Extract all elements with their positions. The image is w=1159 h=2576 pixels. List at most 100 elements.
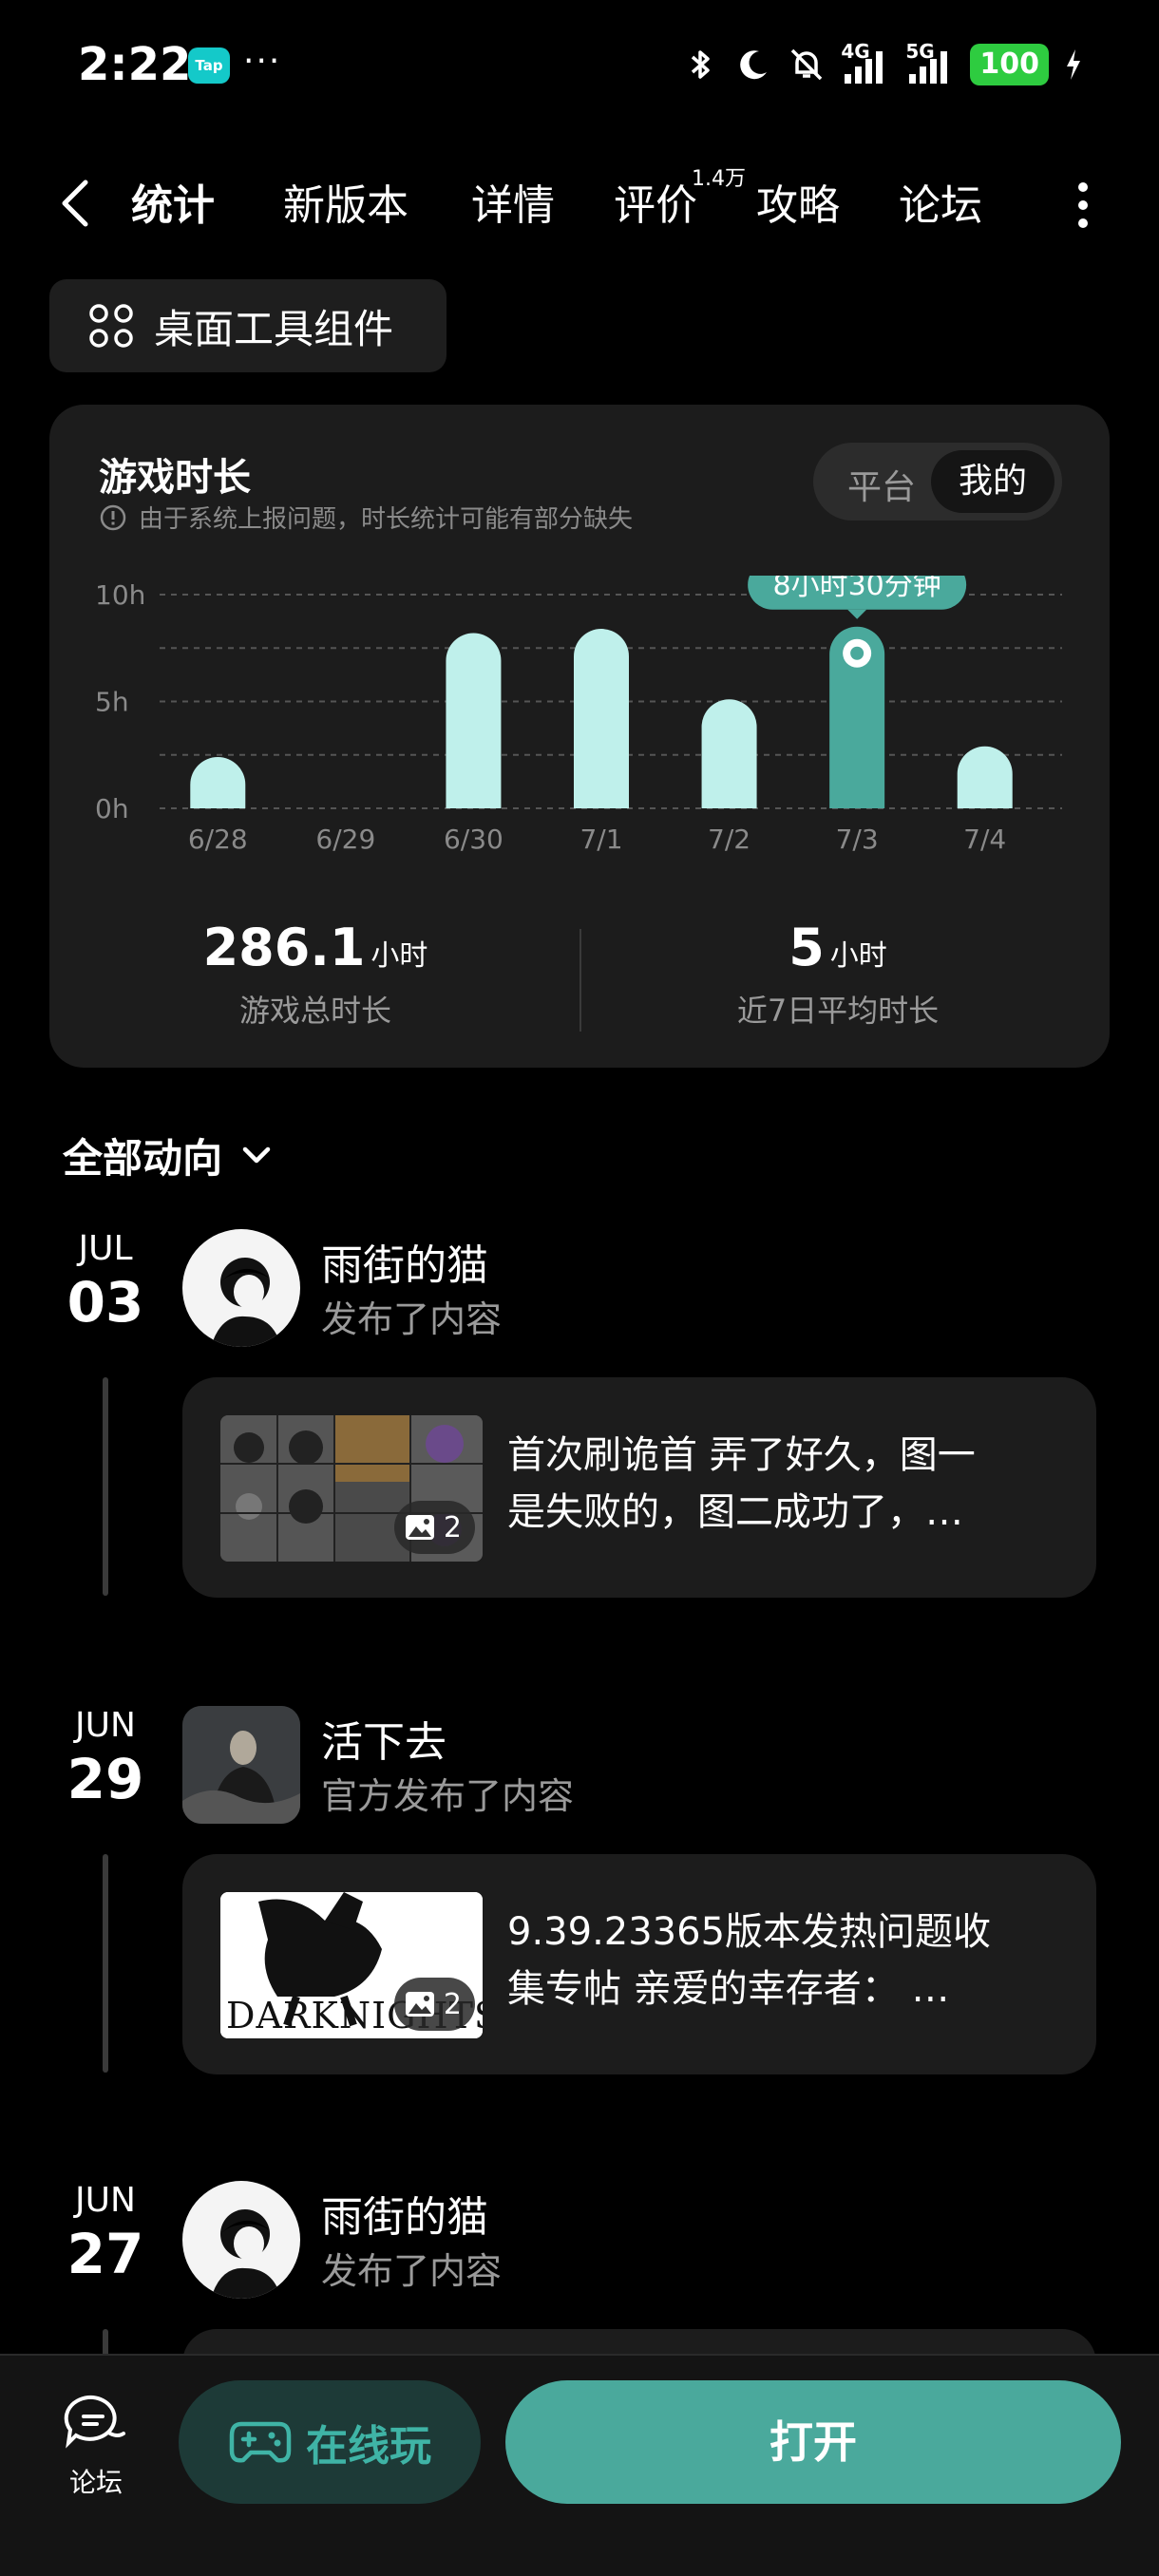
play-online-button[interactable]: 在线玩 [179,2380,481,2504]
total-unit: 小时 [370,939,428,973]
back-arrow-icon[interactable] [53,175,101,232]
info-icon [100,504,126,530]
total-label: 游戏总时长 [238,993,391,1029]
feed-action: 发布了内容 [321,2250,503,2292]
bottom-action-bar: 论坛 在线玩 打开 [0,2354,1159,2576]
feed-month: JUN [75,2181,136,2220]
x-tick-label: 6/29 [315,824,375,855]
x-tick-label: 7/4 [963,824,1006,855]
feed-day: 29 [66,1747,144,1811]
average-label: 近7日平均时长 [736,993,940,1029]
status-time: 2:22 [78,38,192,91]
image-icon [405,1992,434,2017]
feed-filter-dropdown[interactable]: 全部动向 [63,1127,276,1184]
feed-day: 03 [66,1270,144,1335]
user-name[interactable]: 雨街的猫 [321,1231,488,1292]
post-text: 9.39.23365版本发热问题收 集专帖 亲爱的幸存者： … [507,1910,992,2011]
image-count-badge: 2 [393,1501,475,1554]
chart-tooltip-pointer [847,609,867,619]
average-value: 5 [788,918,825,977]
more-notifications-icon: ··· [243,42,282,81]
post-thumbnail: DARKNIGHTS 2 [220,1892,483,2038]
open-game-button[interactable]: 打开 [505,2380,1121,2504]
post-card[interactable]: 2 首次刷诡首 弄了好久，图一 是失败的，图二成功了，… [182,1377,1096,1598]
toggle-option-platform[interactable]: 平台 [847,460,916,509]
tab-reviews[interactable]: 评价 [614,171,697,232]
user-name[interactable]: 雨街的猫 [321,2183,488,2244]
feed-day: 27 [66,2222,144,2286]
total-play-time: 286.1 小时 游戏总时长 [116,918,515,1031]
chart-tooltip-text: 8小时30分钟 [773,576,941,602]
charging-bolt-icon [1067,49,1080,80]
bar [701,699,757,808]
toggle-option-mine[interactable]: 我的 [931,450,1054,513]
timeline-line [103,1854,108,2073]
taptap-notification-icon: Tap [188,47,230,84]
top-tab-bar: 统计 新版本 详情 评价 1.4万 攻略 论坛 [0,161,1159,256]
do-not-disturb-moon-icon [740,50,768,80]
post-text: 首次刷诡首 弄了好久，图一 是失败的，图二成功了，… [507,1433,976,1534]
total-value: 286.1 [202,918,366,977]
average-play-time: 5 小时 近7日平均时长 [638,918,1037,1031]
feed-month: JUL [78,1229,133,1268]
bar [190,757,246,808]
desktop-widget-button[interactable]: 桌面工具组件 [49,279,446,372]
forum-button-label: 论坛 [68,2467,123,2498]
active-tab-indicator [127,230,232,247]
timeline-line [103,1377,108,1596]
x-tick-label: 6/30 [444,824,504,855]
x-tick-label: 7/1 [580,824,622,855]
avatar[interactable] [182,2181,300,2299]
signal-4g-icon: 4G [841,40,890,85]
tab-stats[interactable]: 统计 [131,171,215,232]
feed-month: JUN [75,1706,136,1745]
tab-new-version[interactable]: 新版本 [283,171,408,232]
x-tick-label: 6/28 [188,824,248,855]
avatar[interactable] [182,1229,300,1347]
play-online-label: 在线玩 [306,2422,431,2471]
signal-5g-icon: 5G [905,40,955,85]
data-missing-note: 由于系统上报问题，时长统计可能有部分缺失 [99,500,633,535]
chevron-down-icon [242,1146,271,1163]
image-count-badge: 2 [393,1978,475,2031]
bar [574,629,629,808]
feed-date: JUN 29 [53,1706,158,1811]
forum-button[interactable]: 论坛 [53,2394,139,2500]
bluetooth-icon [692,50,711,79]
gamepad-icon [229,2421,292,2463]
stats-divider [580,929,581,1032]
image-icon [405,1515,434,1540]
mute-bell-icon [791,48,823,81]
tab-forum[interactable]: 论坛 [899,171,982,232]
y-tick-label: 10h [95,579,145,611]
user-name[interactable]: 活下去 [321,1708,446,1769]
feed-date: JUN 27 [53,2181,158,2286]
widget-grid-icon [89,304,133,348]
y-tick-label: 0h [95,793,129,824]
status-bar: 2:22 Tap ··· 4G 5G 100 [0,0,1159,133]
platform-mine-toggle[interactable]: 平台 我的 [813,443,1062,521]
card-title: 游戏时长 [99,456,251,500]
y-tick-label: 5h [95,687,129,718]
more-options-icon[interactable] [1072,182,1094,230]
tab-details[interactable]: 详情 [471,171,555,232]
review-count-badge: 1.4万 [692,167,746,191]
play-time-bar-chart: 0h 5h 10h 6/28 6/29 6/30 7/1 7/2 8小时30分钟 7/3 7/4 [95,576,1062,855]
average-unit: 小时 [829,939,887,973]
status-icons: 4G 5G 100 [681,40,1083,85]
post-card[interactable]: DARKNIGHTS 2 9.39.23365版本发热问题收 集专帖 亲爱的幸存… [182,1854,1096,2074]
x-tick-label: 7/3 [836,824,879,855]
feed-action: 官方发布了内容 [321,1775,575,1817]
highlight-marker-dot [850,646,864,660]
widget-button-label: 桌面工具组件 [154,305,394,352]
feed-date: JUL 03 [53,1229,158,1335]
forum-chat-icon [64,2395,125,2449]
bar [957,746,1013,808]
battery-indicator: 100 [970,44,1049,85]
tab-guides[interactable]: 攻略 [756,171,840,232]
official-avatar[interactable] [182,1706,300,1824]
bar [446,633,502,808]
feed-action: 发布了内容 [321,1298,503,1340]
post-thumbnail: 2 [220,1415,483,1562]
feed-filter-label: 全部动向 [63,1135,223,1182]
